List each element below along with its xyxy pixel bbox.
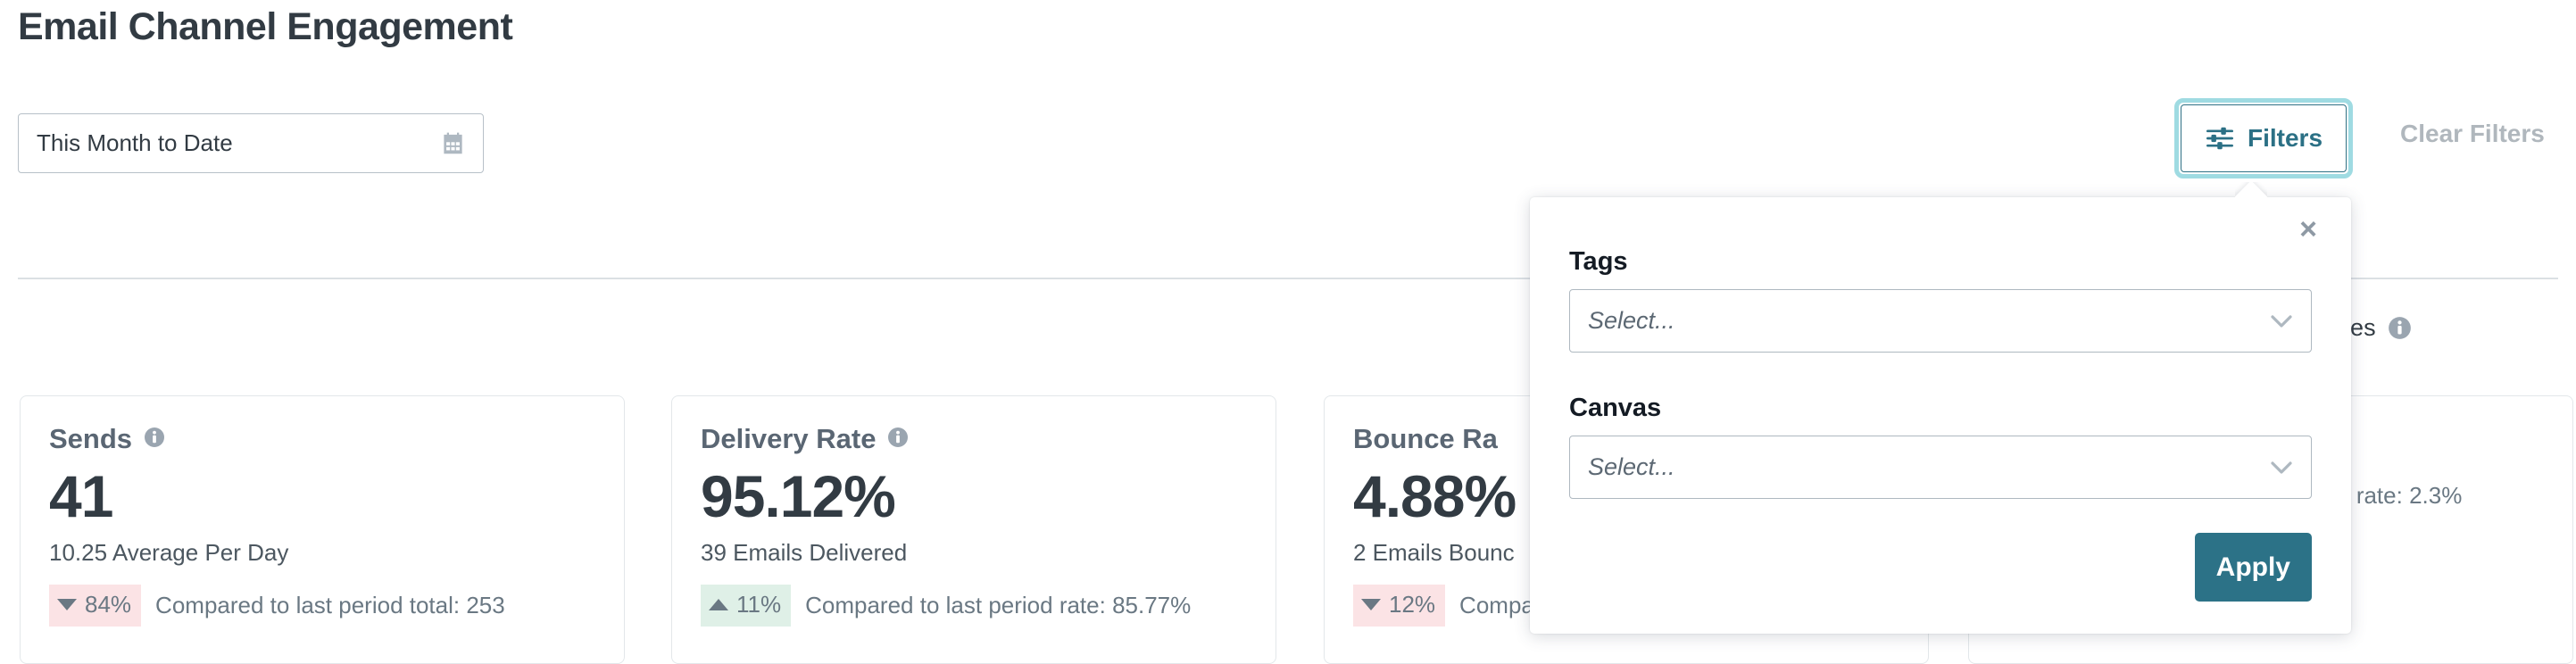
card-header: Sends: [49, 421, 624, 457]
canvas-select-placeholder: Select...: [1588, 453, 1675, 480]
metric-card-delivery-rate[interactable]: Delivery Rate 95.12% 39 Emails Delivered…: [671, 395, 1276, 664]
info-icon[interactable]: [144, 427, 165, 452]
card-value: 41: [49, 463, 113, 529]
card-header: Delivery Rate: [701, 421, 1276, 457]
card-subtitle: 39 Emails Delivered: [701, 539, 908, 567]
sliders-icon: [2205, 125, 2235, 152]
triangle-down-icon: [57, 599, 77, 611]
page-root: Email Channel Engagement This Month to D…: [0, 0, 2576, 664]
metric-card-sends[interactable]: Sends 41 10.25 Average Per Day 84% Compa…: [20, 395, 625, 664]
card-title: Bounce Ra: [1353, 423, 1498, 454]
delta-badge: 11%: [701, 585, 792, 627]
card-value: 95.12%: [701, 463, 896, 529]
canvas-select[interactable]: Select...: [1569, 436, 2312, 499]
tags-field-label: Tags: [1569, 247, 1628, 276]
info-icon[interactable]: [2388, 316, 2412, 340]
delta-badge: 12%: [1353, 585, 1446, 627]
apply-button[interactable]: Apply: [2194, 533, 2312, 602]
clear-filters-button[interactable]: Clear Filters: [2400, 120, 2545, 148]
popover-arrow: [2235, 182, 2267, 198]
chevron-down-icon: [2270, 461, 2293, 475]
page-title: Email Channel Engagement: [18, 5, 513, 48]
triangle-up-icon: [709, 599, 728, 611]
popover-body: Tags Select... Canvas Select... Apply: [1530, 197, 2351, 602]
card-title: Sends: [49, 423, 133, 454]
close-icon[interactable]: ×: [2287, 208, 2330, 251]
delta-value: 84%: [85, 591, 132, 618]
delta-comparison-text: Compared to last period rate: 85.77%: [805, 592, 1192, 619]
card-delta: 11% Compared to last period rate: 85.77%: [701, 585, 1276, 627]
chevron-down-icon: [2270, 314, 2293, 328]
card-title: Delivery Rate: [701, 423, 877, 454]
filters-button[interactable]: Filters: [2181, 104, 2347, 172]
triangle-down-icon: [1361, 599, 1381, 611]
delta-value: 11%: [736, 591, 782, 618]
tags-select-placeholder: Select...: [1588, 307, 1675, 334]
apply-row: Apply: [1569, 533, 2312, 602]
tags-select[interactable]: Select...: [1569, 289, 2312, 353]
delta-comparison-text: Compared to last period total: 253: [155, 592, 505, 619]
info-icon[interactable]: [887, 427, 909, 452]
canvas-field-label: Canvas: [1569, 394, 1662, 422]
date-range-value: This Month to Date: [37, 129, 233, 156]
filters-button-label: Filters: [2247, 124, 2323, 152]
date-range-picker[interactable]: This Month to Date: [18, 113, 484, 173]
card-subtitle: 10.25 Average Per Day: [49, 539, 289, 567]
delta-badge: 84%: [49, 585, 142, 627]
delta-value: 12%: [1389, 591, 1436, 618]
calendar-icon: [441, 131, 465, 156]
filters-popover: × Tags Select... Canvas Select... Apply: [1530, 197, 2351, 634]
card-delta: 84% Compared to last period total: 253: [49, 585, 624, 627]
filters-button-wrapper: Filters: [2174, 98, 2353, 178]
